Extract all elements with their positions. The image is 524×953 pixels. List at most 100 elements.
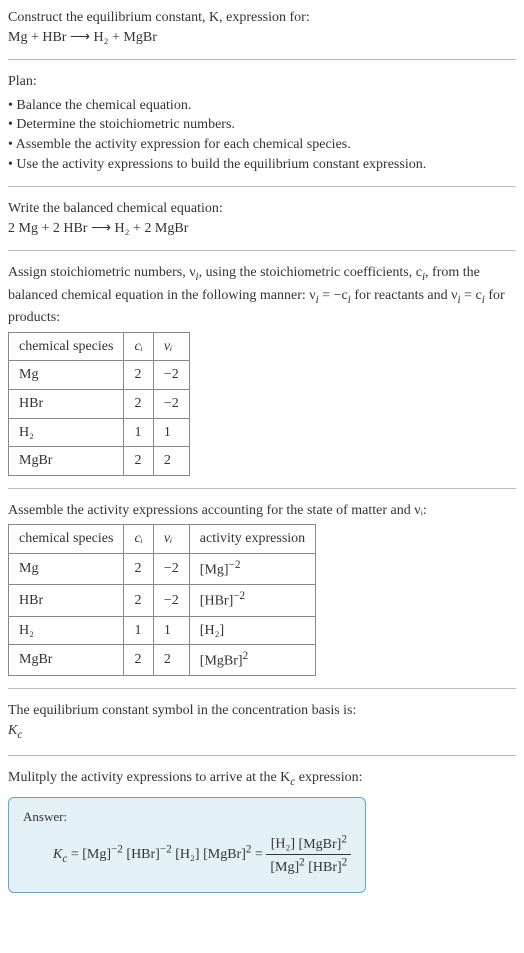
- table-cell: 2: [153, 645, 189, 676]
- table-cell: [H₂]: [189, 616, 315, 645]
- table-cell: 2: [153, 447, 189, 476]
- activity-base: [MgBr]: [200, 654, 243, 669]
- separator: [8, 755, 516, 756]
- col-species: chemical species: [9, 525, 124, 554]
- term: [MgBr]2: [203, 847, 251, 862]
- term: [H₂]: [175, 847, 199, 862]
- activity-block: Assemble the activity expressions accoun…: [8, 501, 516, 677]
- table-cell: [HBr]−2: [189, 585, 315, 616]
- table-header-row: chemical species cᵢ νᵢ: [9, 332, 190, 361]
- table-cell: 1: [124, 418, 153, 447]
- table-cell: 1: [153, 616, 189, 645]
- table-cell: Mg: [9, 361, 124, 390]
- table-cell: 1: [153, 418, 189, 447]
- plan-item: Assemble the activity expression for eac…: [8, 135, 516, 155]
- equals: =: [255, 847, 266, 862]
- activity-heading: Assemble the activity expressions accoun…: [8, 501, 516, 521]
- balanced-heading: Write the balanced chemical equation:: [8, 199, 516, 219]
- term: [H₂]: [271, 837, 295, 852]
- multiply-line: Mulitply the activity expressions to arr…: [8, 768, 516, 790]
- table-row: HBr2−2: [9, 390, 190, 419]
- col-species: chemical species: [9, 332, 124, 361]
- table-cell: H₂: [9, 418, 124, 447]
- table-row: HBr2 −2[HBr]−2: [9, 585, 316, 616]
- plan-item: Use the activity expressions to build th…: [8, 155, 516, 175]
- activity-base: [H₂]: [200, 623, 224, 638]
- assign-block: Assign stoichiometric numbers, νi, using…: [8, 263, 516, 476]
- col-c: cᵢ: [124, 525, 153, 554]
- plan-item: Balance the chemical equation.: [8, 96, 516, 116]
- equals: =: [71, 847, 82, 862]
- table-row: H₂11: [9, 418, 190, 447]
- table-row: MgBr22: [9, 447, 190, 476]
- separator: [8, 186, 516, 187]
- assign-t6: = c: [461, 288, 482, 303]
- symbol-block: The equilibrium constant symbol in the c…: [8, 701, 516, 743]
- k-sub: c: [17, 729, 22, 741]
- table-cell: MgBr: [9, 447, 124, 476]
- assign-t1: Assign stoichiometric numbers, ν: [8, 265, 196, 280]
- term: [Mg]−2: [82, 847, 123, 862]
- table-cell: −2: [153, 361, 189, 390]
- term: [HBr]−2: [126, 847, 171, 862]
- answer-denominator: [Mg]2 [HBr]2: [266, 855, 351, 877]
- intro-line: Construct the equilibrium constant, K, e…: [8, 8, 516, 28]
- activity-base: [HBr]: [200, 594, 233, 609]
- activity-table: chemical species cᵢ νᵢ activity expressi…: [8, 524, 316, 676]
- activity-exp: 2: [243, 650, 249, 662]
- table-cell: 2: [124, 645, 153, 676]
- table-cell: Mg: [9, 554, 124, 585]
- table-row: Mg2−2[Mg]−2: [9, 554, 316, 585]
- assign-t5: for reactants and ν: [351, 288, 458, 303]
- answer-label: Answer:: [23, 808, 351, 826]
- table-cell: 2: [124, 447, 153, 476]
- table-cell: H₂: [9, 616, 124, 645]
- table-row: H₂11[H₂]: [9, 616, 316, 645]
- table-cell: [Mg]−2: [189, 554, 315, 585]
- term: [HBr]2: [308, 860, 347, 875]
- intro-equation: Mg + HBr ⟶ H₂ + MgBr: [8, 28, 516, 48]
- plan-item: Determine the stoichiometric numbers.: [8, 115, 516, 135]
- table-cell: HBr: [9, 390, 124, 419]
- table-cell: 2: [124, 390, 153, 419]
- k-letter: K: [8, 723, 17, 738]
- balanced-block: Write the balanced chemical equation: 2 …: [8, 199, 516, 238]
- plan-block: Plan: Balance the chemical equation.Dete…: [8, 72, 516, 174]
- col-v: νᵢ: [153, 525, 189, 554]
- answer-lhs: [Mg]−2 [HBr]−2 [H₂] [MgBr]2: [82, 847, 251, 862]
- k-sub: c: [62, 853, 67, 865]
- table-row: MgBr22[MgBr]2: [9, 645, 316, 676]
- balanced-equation: 2 Mg + 2 HBr ⟶ H₂ + 2 MgBr: [8, 219, 516, 239]
- table-cell: −2: [153, 390, 189, 419]
- table-cell: −2: [153, 554, 189, 585]
- activity-exp: −2: [229, 559, 241, 571]
- table-cell: HBr: [9, 585, 124, 616]
- term: [Mg]2: [270, 860, 304, 875]
- assign-text: Assign stoichiometric numbers, νi, using…: [8, 263, 516, 328]
- table-cell: [MgBr]2: [189, 645, 315, 676]
- table-cell: MgBr: [9, 645, 124, 676]
- table-cell: 1: [124, 616, 153, 645]
- answer-fraction: [H₂] [MgBr]2 [Mg]2 [HBr]2: [266, 832, 351, 878]
- term: [MgBr]2: [299, 837, 347, 852]
- assign-table: chemical species cᵢ νᵢ Mg2−2HBr2−2H₂11Mg…: [8, 332, 190, 476]
- plan-list: Balance the chemical equation.Determine …: [8, 96, 516, 174]
- plan-heading: Plan:: [8, 72, 516, 92]
- separator: [8, 488, 516, 489]
- table-cell: 2: [124, 585, 153, 616]
- assign-t2: , using the stoichiometric coefficients,…: [199, 265, 422, 280]
- intro-block: Construct the equilibrium constant, K, e…: [8, 8, 516, 47]
- separator: [8, 250, 516, 251]
- symbol-line: The equilibrium constant symbol in the c…: [8, 701, 516, 721]
- answer-expression: Kc = [Mg]−2 [HBr]−2 [H₂] [MgBr]2 = [H₂] …: [23, 832, 351, 878]
- table-header-row: chemical species cᵢ νᵢ activity expressi…: [9, 525, 316, 554]
- mult-t1: Mulitply the activity expressions to arr…: [8, 770, 290, 785]
- answer-box: Answer: Kc = [Mg]−2 [HBr]−2 [H₂] [MgBr]2…: [8, 797, 366, 893]
- col-v: νᵢ: [153, 332, 189, 361]
- activity-exp: −2: [233, 590, 245, 602]
- separator: [8, 688, 516, 689]
- table-cell: 2: [124, 554, 153, 585]
- mult-t2: expression:: [295, 770, 362, 785]
- col-c: cᵢ: [124, 332, 153, 361]
- table-row: Mg2−2: [9, 361, 190, 390]
